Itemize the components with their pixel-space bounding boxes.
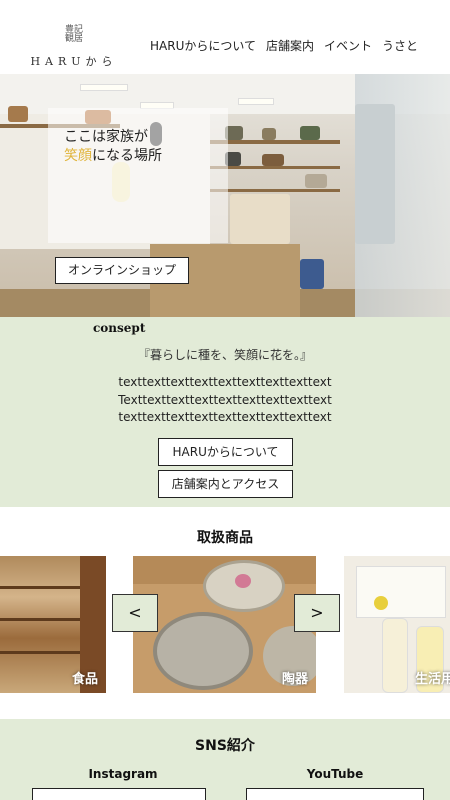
carousel-next-button[interactable]: >: [294, 594, 340, 632]
shelf-item: [262, 128, 276, 140]
logo-text: HARUから: [30, 55, 118, 68]
access-button[interactable]: 店舗案内とアクセス: [158, 470, 293, 498]
hero-tagline-line1: ここは家族が: [64, 129, 148, 145]
product-card: [356, 566, 446, 618]
concept-body-line: Texttexttexttexttexttexttexttexttext: [118, 392, 332, 407]
nav-store[interactable]: 店舗案内: [266, 37, 314, 54]
hero-shelf: [210, 166, 340, 169]
concept-lead: 『暮らしに種を、笑顔に花を。』: [137, 348, 312, 362]
product-label-daily: 生活用: [414, 672, 450, 687]
instagram-label: Instagram: [88, 767, 158, 781]
nav-about[interactable]: HARUからについて: [150, 37, 256, 54]
shelf-item: [8, 106, 28, 122]
nav-events[interactable]: イベント: [324, 37, 372, 54]
products-title: 取扱商品: [197, 530, 253, 546]
logo-kanji-2: 観居: [64, 34, 83, 44]
instagram-embed[interactable]: [32, 788, 206, 800]
sns-section: SNS紹介 Instagram YouTube: [0, 719, 450, 800]
ceiling-light: [238, 98, 274, 105]
shelf-item: [305, 174, 327, 188]
youtube-embed[interactable]: [246, 788, 424, 800]
online-shop-button[interactable]: オンラインショップ: [55, 257, 189, 284]
hero-tagline-rest: になる場所: [92, 148, 162, 164]
concept-body-line: texttexttexttexttexttexttexttexttext: [118, 375, 332, 389]
product-bottle: [382, 618, 408, 693]
about-button[interactable]: HARUからについて: [158, 438, 293, 466]
products-section: 取扱商品 食品 陶器 生活用 < >: [0, 507, 450, 719]
hero-tagline: ここは家族が 笑顔になる場所: [64, 128, 234, 166]
concept-section: consept 『暮らしに種を、笑顔に花を。』 texttexttexttext…: [0, 317, 450, 507]
product-slide-daily[interactable]: 生活用: [344, 556, 450, 693]
logo-mark: 豊記 観居: [60, 26, 88, 46]
shelf-item: [262, 154, 284, 166]
hero-shelf: [210, 189, 340, 192]
product-slide-pottery[interactable]: 陶器: [133, 556, 316, 693]
nav-usato[interactable]: うさと: [382, 37, 418, 54]
product-slide-food[interactable]: 食品: [0, 556, 106, 693]
hero-tagline-accent: 笑顔: [64, 148, 92, 164]
site-logo[interactable]: 豊記 観居 HARUから: [26, 26, 122, 69]
window-shelf: [355, 104, 395, 244]
slide-decor: [0, 618, 80, 621]
ceiling-light: [80, 84, 128, 91]
concept-title: consept: [93, 321, 146, 335]
main-nav: HARUからについて 店舗案内 イベント うさと: [150, 37, 418, 54]
pottery-plate: [153, 612, 253, 690]
carousel-prev-button[interactable]: <: [112, 594, 158, 632]
display-goods: [300, 259, 324, 289]
display-goods: [230, 194, 290, 244]
lemon-icon: [374, 596, 388, 610]
hero-tagline-line2: 笑顔になる場所: [64, 147, 234, 166]
slide-decor: [0, 586, 80, 589]
concept-body: texttexttexttexttexttexttexttexttext Tex…: [0, 374, 450, 427]
flower-pattern: [235, 574, 251, 588]
site-header: 豊記 観居 HARUから HARUからについて 店舗案内 イベント うさと: [0, 0, 450, 74]
concept-body-line: texttexttexttexttexttexttexttexttext: [118, 410, 332, 424]
product-label-pottery: 陶器: [281, 672, 308, 687]
product-label-food: 食品: [71, 672, 98, 687]
slide-decor: [0, 651, 80, 654]
sns-title: SNS紹介: [195, 738, 255, 754]
shelf-item: [300, 126, 320, 140]
youtube-label: YouTube: [306, 767, 364, 781]
